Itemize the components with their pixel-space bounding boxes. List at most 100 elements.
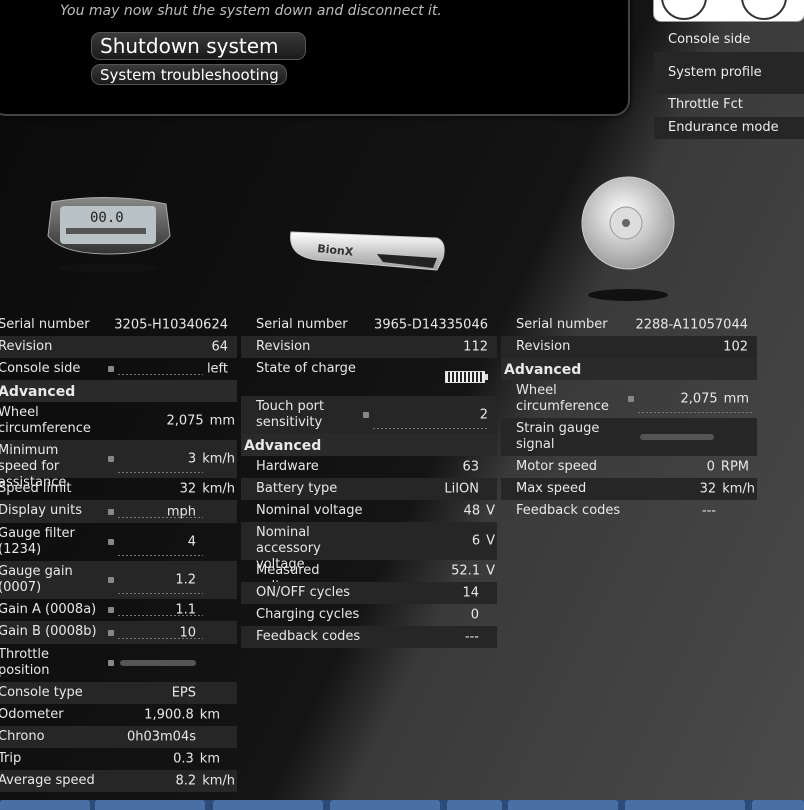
table-row[interactable]: Minimum speed for assistance 3 km/h (0, 440, 237, 490)
section-header-advanced: Advanced (0, 380, 237, 402)
table-row: Serial number 2288-A11057044 (501, 314, 757, 336)
slider-handle[interactable] (108, 607, 114, 613)
row-label: Gauge filter (1234) (0, 526, 75, 557)
row-label: Charging cycles (256, 607, 360, 622)
slider-track[interactable] (118, 555, 203, 556)
row-value: 48 (463, 503, 481, 519)
table-row[interactable]: Gauge gain (0007) 1.2 (0, 561, 237, 599)
row-label: Display units (0, 503, 83, 518)
slider-track[interactable] (118, 472, 203, 473)
slider-track[interactable] (638, 412, 753, 413)
row-label: Serial number (516, 317, 608, 332)
table-row: Serial number 3205-H10340624 (0, 314, 237, 336)
row-label: Console side (0, 361, 81, 376)
table-row: Trip 0.3 km (0, 748, 237, 770)
table-row[interactable]: Touch port sensitivity 2 (241, 396, 497, 434)
row-value: 6 (471, 533, 481, 549)
row-label: Strain gauge signal (516, 421, 600, 452)
row-value: 0 (470, 607, 479, 623)
slider-handle[interactable] (363, 412, 369, 418)
row-label: Serial number (0, 317, 90, 332)
table-row: Max speed 32 km/h (501, 478, 757, 500)
table-row[interactable]: Wheel circumference 2,075 mm (501, 380, 757, 418)
row-unit: V (486, 503, 495, 519)
table-row: ON/OFF cycles 14 (241, 582, 497, 604)
menu-console-side[interactable]: Console side (654, 30, 804, 52)
shutdown-button[interactable]: Shutdown system (91, 32, 306, 60)
row-unit: km/h (202, 773, 235, 789)
row-label: Serial number (256, 317, 348, 332)
row-unit: km/h (202, 481, 235, 497)
slider-handle[interactable] (108, 660, 114, 666)
menu-throttle-fct[interactable]: Throttle Fct (654, 95, 804, 117)
row-label: Revision (0, 339, 53, 354)
row-label: Advanced (244, 438, 322, 454)
slider-handle[interactable] (628, 396, 634, 402)
taskbar-item[interactable] (95, 800, 205, 810)
row-unit: km (199, 707, 220, 723)
row-unit: mm (723, 391, 749, 407)
row-label: Average speed (0, 773, 95, 788)
row-value: 63 (462, 459, 479, 475)
section-header-advanced: Advanced (241, 434, 497, 456)
row-unit: mm (209, 413, 235, 429)
row-unit: km (199, 751, 220, 767)
slider-track[interactable] (373, 428, 488, 429)
bike-wheels-icon (661, 0, 787, 20)
row-label: Max speed (516, 481, 587, 496)
row-value: --- (701, 503, 716, 519)
taskbar-item[interactable] (213, 800, 323, 810)
row-unit: km/h (202, 451, 235, 467)
slider-handle[interactable] (108, 508, 114, 515)
shutdown-message: You may now shut the system down and dis… (60, 3, 442, 19)
table-row[interactable]: Display units mph (0, 500, 237, 523)
troubleshooting-button[interactable]: System troubleshooting (91, 64, 287, 85)
slider-handle[interactable] (108, 456, 114, 462)
slider-handle[interactable] (108, 366, 114, 372)
table-row: Feedback codes --- (241, 626, 497, 648)
taskbar-item[interactable] (330, 800, 440, 810)
table-row[interactable]: Throttle position (0, 644, 237, 682)
row-label: Feedback codes (516, 503, 621, 518)
battery-charge-icon (445, 371, 488, 383)
slider-track[interactable] (118, 374, 203, 375)
taskbar-item[interactable] (447, 800, 502, 810)
row-label: Trip (0, 751, 22, 766)
row-value: 1,900.8 (144, 707, 194, 723)
taskbar-item[interactable] (752, 800, 804, 810)
menu-system-profile[interactable]: System profile (654, 52, 804, 94)
bike-profile-image[interactable] (653, 0, 804, 22)
table-row: Feedback codes --- (501, 500, 757, 522)
slider-handle[interactable] (108, 577, 114, 583)
row-value: 1.1 (175, 602, 196, 618)
row-value: 2 (479, 407, 488, 423)
table-row: Nominal voltage 48 V (241, 500, 497, 522)
taskbar-item[interactable] (625, 800, 745, 810)
table-row: Nominal accessory voltage 6 V (241, 522, 497, 572)
table-row[interactable]: Console side left (0, 358, 237, 380)
table-row: Battery type LiION (241, 478, 497, 500)
table-row: Average speed 8.2 km/h (0, 770, 237, 792)
table-row[interactable]: Gain A (0008a) 1.1 (0, 599, 237, 621)
taskbar-item[interactable] (0, 800, 90, 810)
row-label: Battery type (256, 481, 338, 496)
table-row[interactable]: Gain B (0008b) 10 (0, 621, 237, 644)
row-label: Wheel circumference (0, 405, 91, 436)
motor-device-image (581, 176, 675, 301)
table-row[interactable]: Gauge filter (1234) 4 (0, 523, 237, 561)
row-value: 2,075 (680, 391, 718, 407)
slider-handle[interactable] (108, 539, 114, 545)
taskbar-item[interactable] (508, 800, 618, 810)
menu-endurance-mode[interactable]: Endurance mode (654, 117, 804, 139)
slider-track[interactable] (118, 593, 203, 594)
table-row: Revision 112 (241, 336, 497, 358)
console-device-image: 00.0 (47, 196, 171, 273)
row-value: 3 (187, 451, 197, 467)
row-value: 0 (706, 459, 715, 475)
row-value: 4 (187, 534, 196, 550)
row-label: Revision (516, 339, 571, 354)
slider-handle[interactable] (108, 629, 114, 636)
row-value: 32 (179, 481, 197, 497)
row-value: 112 (463, 339, 488, 355)
table-row[interactable]: Strain gauge signal (501, 418, 757, 456)
